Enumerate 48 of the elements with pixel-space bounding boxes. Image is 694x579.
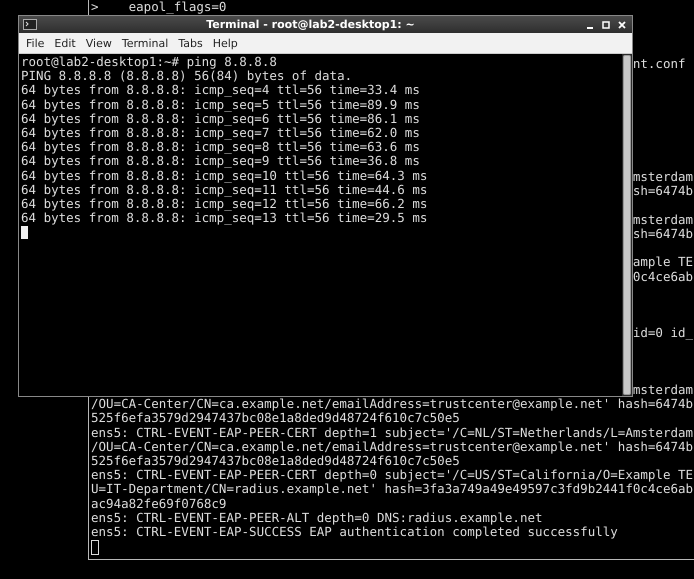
terminal-line: /OU=CA-Center/CN=ca.example.net/emailAddress=trustcenter@example.net' hash=6474b — [91, 438, 694, 454]
text-cursor — [21, 226, 28, 240]
terminal-line: > eapol_flags=0 — [91, 0, 226, 14]
terminal-icon — [23, 19, 37, 30]
menu-item[interactable]: View — [80, 36, 117, 50]
terminal-line: id=0 id_ — [632, 326, 694, 341]
maximize-icon — [602, 20, 610, 28]
window-title: Terminal - root@lab2-desktop1: ~ — [205, 18, 416, 31]
terminal-line: ens5: CTRL-EVENT-EAP-PEER-ALT depth=0 DNS:radius.example.net — [91, 510, 543, 525]
terminal-line: sh=6474b — [632, 227, 694, 242]
terminal-line: U=IT-Department/CN=radius.example.net' hash=3fa3a749a49e49597c3fd9b2441f0c4ce6ab — [91, 481, 694, 496]
terminal-line: 525f6efa3579d2947437bc08e1a8ded9d48724f610c7c50e5 — [91, 410, 460, 426]
terminal-line: ens5: CTRL-EVENT-EAP-PEER-CERT depth=1 subject='/C=NL/ST=Netherlands/L=Amsterdam — [91, 424, 694, 440]
terminal-line: ac94a82fe69f0768c9 — [91, 496, 226, 511]
menu-item[interactable]: Help — [208, 36, 243, 50]
terminal-line: ample TE — [632, 255, 694, 270]
terminal-line: 64 bytes from 8.8.8.8: icmp_seq=5 ttl=56 time=89.9 ms — [21, 98, 420, 112]
terminal-line: nt.conf — [632, 56, 686, 71]
menu-item[interactable]: File — [21, 36, 50, 50]
menu-item[interactable]: Tabs — [173, 36, 208, 50]
terminal-line: 64 bytes from 8.8.8.8: icmp_seq=8 ttl=56 time=63.6 ms — [21, 140, 420, 154]
terminal-line: root@lab2-desktop1:~# ping 8.8.8.8 — [21, 55, 277, 70]
terminal-line: msterdam — [632, 170, 694, 184]
terminal-line: 64 bytes from 8.8.8.8: icmp_seq=9 ttl=56 time=36.8 ms — [21, 154, 420, 168]
title-bar[interactable]: Terminal - root@lab2-desktop1: ~ — [19, 16, 632, 33]
menu-item[interactable]: Edit — [49, 36, 81, 50]
terminal-line: msterdam — [632, 212, 694, 228]
terminal-line: 64 bytes from 8.8.8.8: icmp_seq=10 ttl=56 time=64.3 ms — [21, 168, 428, 183]
minimize-icon — [587, 26, 593, 28]
terminal-line: 64 bytes from 8.8.8.8: icmp_seq=7 ttl=56 time=62.0 ms — [21, 126, 420, 140]
terminal-line: 64 bytes from 8.8.8.8: icmp_seq=4 ttl=56 time=33.4 ms — [21, 83, 420, 98]
terminal-line: msterdam — [632, 383, 694, 398]
terminal-line: /OU=CA-Center/CN=ca.example.net/emailAddress=trustcenter@example.net' hash=6474b — [91, 396, 694, 412]
text-cursor — [91, 540, 99, 556]
terminal-line: 64 bytes from 8.8.8.8: icmp_seq=13 ttl=56 time=29.5 ms — [21, 211, 428, 226]
terminal-line: 64 bytes from 8.8.8.8: icmp_seq=6 ttl=56 time=86.1 ms — [21, 112, 420, 126]
terminal-line: 64 bytes from 8.8.8.8: icmp_seq=12 ttl=56 time=66.2 ms — [21, 196, 428, 212]
maximize-button[interactable] — [600, 18, 612, 30]
terminal-line: 0c4ce6ab — [632, 270, 694, 284]
terminal-line: 525f6efa3579d2947437bc08e1a8ded9d48724f610c7c50e5 — [91, 453, 460, 468]
terminal-line: 64 bytes from 8.8.8.8: icmp_seq=11 ttl=56 time=44.6 ms — [21, 182, 428, 197]
terminal-line: ens5: CTRL-EVENT-EAP-SUCCESS EAP authentication completed successfully — [91, 524, 618, 539]
terminal-line: ens5: CTRL-EVENT-EAP-PEER-CERT depth=0 subject='/C=US/ST=California/O=Example TE — [91, 467, 694, 482]
terminal-line: sh=6474b — [632, 184, 694, 199]
close-button[interactable] — [616, 18, 628, 30]
close-icon — [618, 20, 626, 28]
menu-item[interactable]: Terminal — [116, 36, 174, 50]
terminal-line: PING 8.8.8.8 (8.8.8.8) 56(84) bytes of data. — [21, 69, 352, 84]
